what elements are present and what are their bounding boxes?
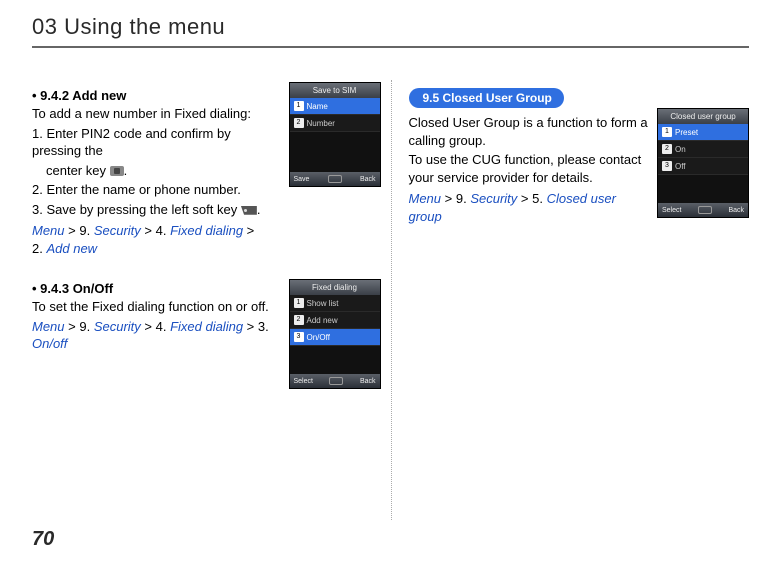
softkey-center-icon xyxy=(698,206,712,214)
phone-titlebar: Closed user group xyxy=(658,109,748,124)
row-label: Name xyxy=(307,102,328,111)
phone-row-showlist: 1 Show list xyxy=(290,295,380,312)
row-num-icon: 2 xyxy=(662,144,672,154)
section-add-new: 9.4.2 Add new To add a new number in Fix… xyxy=(32,88,381,257)
nav-path-9-4-3: Menu > 9. Security > 4. Fixed dialing > … xyxy=(32,318,292,353)
cug-p2: To use the CUG function, please contact … xyxy=(409,151,649,186)
nav-sep: > xyxy=(243,223,254,238)
nav-menu: Menu xyxy=(32,223,65,238)
nav-sep: > 4. xyxy=(141,223,170,238)
title-rule xyxy=(32,46,749,48)
phone-row-onoff: 3 On/Off xyxy=(290,329,380,346)
row-num-icon: 3 xyxy=(294,332,304,342)
phone-screenshot-cug: Closed user group 1 Preset 2 On 3 Off Se… xyxy=(657,108,749,218)
phone-softbar: Save Back xyxy=(290,172,380,186)
row-label: On/Off xyxy=(307,333,330,342)
section-cug: 9.5 Closed User Group Closed User Group … xyxy=(409,88,750,225)
nav-fixed: Fixed dialing xyxy=(170,319,243,334)
phone-softbar: Select Back xyxy=(658,203,748,217)
page-title: 03 Using the menu xyxy=(32,14,749,40)
nav-sep: > 5. xyxy=(517,191,546,206)
step-3: 3. Save by pressing the left soft key . xyxy=(32,201,282,219)
row-label: Show list xyxy=(307,299,339,308)
left-column: 9.4.2 Add new To add a new number in Fix… xyxy=(32,88,391,377)
step-1-period: . xyxy=(124,163,128,178)
section-on-off: 9.4.3 On/Off To set the Fixed dialing fu… xyxy=(32,281,381,353)
row-label: On xyxy=(675,145,686,154)
row-num-icon: 2 xyxy=(294,118,304,128)
row-label: Off xyxy=(675,162,686,171)
nav-menu: Menu xyxy=(409,191,442,206)
softkey-center-icon xyxy=(329,377,343,385)
step-3-text: 3. Save by pressing the left soft key xyxy=(32,202,237,217)
phone-spacer xyxy=(290,132,380,172)
softkey-right-label: Back xyxy=(360,176,376,183)
nav-2: 2. xyxy=(32,241,46,256)
softkey-center-icon xyxy=(328,175,342,183)
nav-sep: > 4. xyxy=(141,319,170,334)
nav-onoff: On/off xyxy=(32,336,67,351)
nav-sep: > 9. xyxy=(65,223,94,238)
softkey-left-label: Save xyxy=(294,176,310,183)
cug-p1: Closed User Group is a function to form … xyxy=(409,114,649,149)
left-softkey-icon xyxy=(241,206,257,215)
softkey-right-label: Back xyxy=(360,378,376,385)
phone-row-number: 2 Number xyxy=(290,115,380,132)
nav-security: Security xyxy=(94,223,141,238)
step-1-line2: center key . xyxy=(32,162,282,180)
phone-spacer xyxy=(658,175,748,203)
phone-row-addnew: 2 Add new xyxy=(290,312,380,329)
step-3-period: . xyxy=(257,202,261,217)
phone-screenshot-save-to-sim: Save to SIM 1 Name 2 Number Save Back xyxy=(289,82,381,187)
phone-row-on: 2 On xyxy=(658,141,748,158)
right-column: 9.5 Closed User Group Closed User Group … xyxy=(391,88,750,377)
nav-security: Security xyxy=(94,319,141,334)
heading-9-4-2: 9.4.2 Add new xyxy=(32,88,282,103)
nav-security: Security xyxy=(470,191,517,206)
phone-titlebar: Save to SIM xyxy=(290,83,380,98)
row-num-icon: 1 xyxy=(662,127,672,137)
phone-spacer xyxy=(290,346,380,374)
row-num-icon: 1 xyxy=(294,298,304,308)
intro-9-4-2: To add a new number in Fixed dialing: xyxy=(32,105,282,123)
content-columns: 9.4.2 Add new To add a new number in Fix… xyxy=(32,88,749,377)
step-1-line1: 1. Enter PIN2 code and confirm by pressi… xyxy=(32,125,282,160)
nav-fixed: Fixed dialing xyxy=(170,223,243,238)
nav-sep: > 3. xyxy=(243,319,269,334)
phone-softbar: Select Back xyxy=(290,374,380,388)
nav-path-cug: Menu > 9. Security > 5. Closed user grou… xyxy=(409,190,649,225)
softkey-left-label: Select xyxy=(662,207,681,214)
row-label: Add new xyxy=(307,316,338,325)
step-1-text: center key xyxy=(46,163,106,178)
nav-path-9-4-2: Menu > 9. Security > 4. Fixed dialing > … xyxy=(32,222,282,257)
row-num-icon: 1 xyxy=(294,101,304,111)
phone-row-preset: 1 Preset xyxy=(658,124,748,141)
intro-9-4-3: To set the Fixed dialing function on or … xyxy=(32,298,292,316)
section-chip-9-5: 9.5 Closed User Group xyxy=(409,88,564,108)
row-label: Number xyxy=(307,119,335,128)
phone-row-off: 3 Off xyxy=(658,158,748,175)
nav-addnew: Add new xyxy=(46,241,97,256)
nav-menu: Menu xyxy=(32,319,65,334)
center-key-icon xyxy=(110,166,124,176)
phone-titlebar: Fixed dialing xyxy=(290,280,380,295)
softkey-right-label: Back xyxy=(728,207,744,214)
phone-screenshot-fixed-dialing: Fixed dialing 1 Show list 2 Add new 3 On… xyxy=(289,279,381,389)
heading-9-4-3: 9.4.3 On/Off xyxy=(32,281,292,296)
row-label: Preset xyxy=(675,128,698,137)
nav-sep: > 9. xyxy=(65,319,94,334)
nav-sep: > 9. xyxy=(441,191,470,206)
step-2: 2. Enter the name or phone number. xyxy=(32,181,282,199)
page-number: 70 xyxy=(32,528,54,551)
row-num-icon: 2 xyxy=(294,315,304,325)
phone-row-name: 1 Name xyxy=(290,98,380,115)
softkey-left-label: Select xyxy=(294,378,313,385)
row-num-icon: 3 xyxy=(662,161,672,171)
